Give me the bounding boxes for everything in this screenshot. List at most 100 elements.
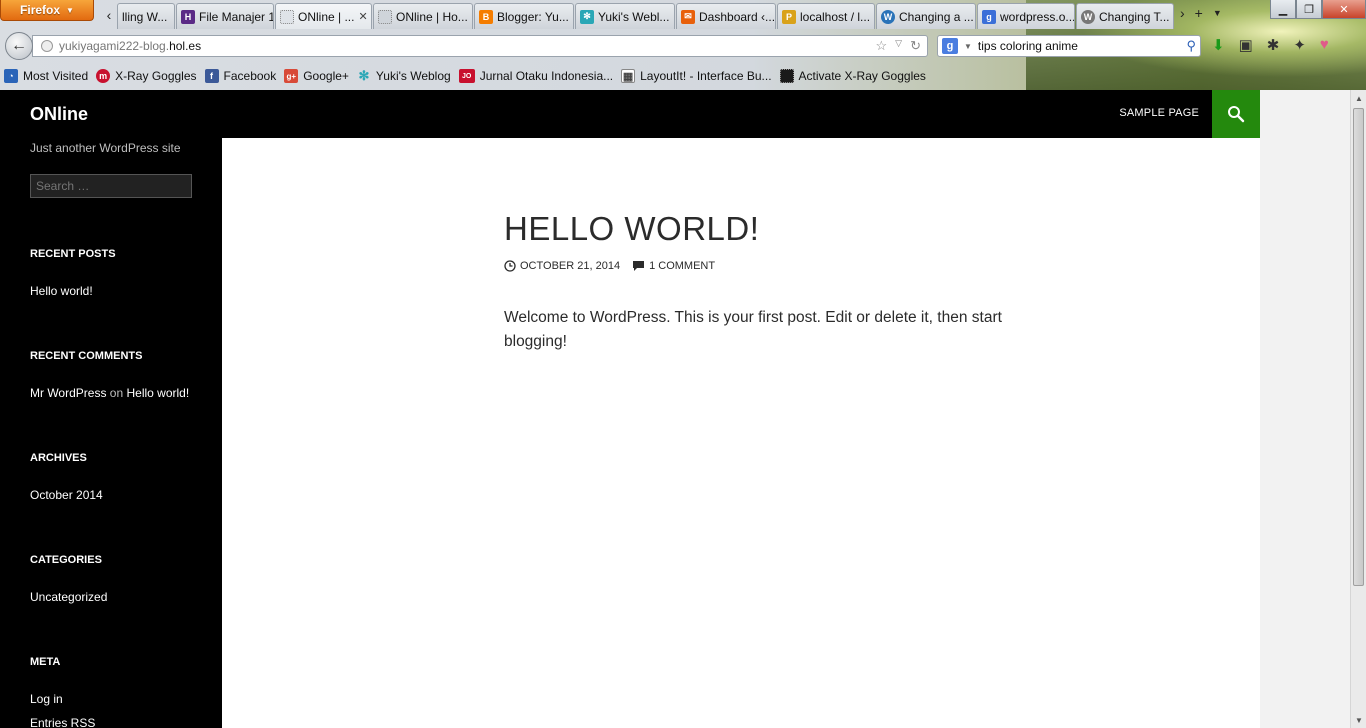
wordpress-icon: W: [881, 9, 895, 24]
tab-10[interactable]: W Changing T...: [1076, 3, 1174, 29]
recent-posts-title: RECENT POSTS: [30, 248, 116, 260]
addon-icon[interactable]: ✦: [1293, 36, 1306, 54]
comment-post-link[interactable]: Hello world!: [127, 386, 190, 400]
tab-6[interactable]: ✉ Dashboard ‹...: [676, 3, 776, 29]
post-body: Welcome to WordPress. This is your first…: [504, 309, 1002, 350]
maximize-icon[interactable]: ❐: [1296, 0, 1322, 19]
bookmark-label: Google+: [303, 69, 349, 83]
tab-1[interactable]: H File Manajer 1: [176, 3, 274, 29]
tab-label: ONline | Ho...: [396, 9, 468, 24]
bookmarks-toolbar: ◔ Most Visited m X-Ray Goggles f Faceboo…: [0, 64, 1366, 88]
bookmarklet-icon: [779, 69, 794, 83]
tab-label: Changing a ...: [899, 9, 974, 24]
blogger-icon: B: [479, 9, 493, 24]
tab-7[interactable]: P localhost / l...: [777, 3, 875, 29]
tab-0[interactable]: lling W...: [117, 3, 175, 29]
search-go-icon[interactable]: ⚲: [1186, 38, 1196, 54]
meta-login-link[interactable]: Log in: [30, 692, 63, 706]
close-window-icon[interactable]: ✕: [1322, 0, 1366, 19]
tab-5[interactable]: ✻ Yuki's Webl...: [575, 3, 675, 29]
bookmark-most-visited[interactable]: ◔ Most Visited: [4, 69, 88, 83]
tab-label: localhost / l...: [800, 9, 871, 24]
post-title[interactable]: HELLO WORLD!: [504, 210, 759, 248]
heart-icon[interactable]: ♥: [1320, 36, 1329, 54]
search-engine-dropdown-icon[interactable]: ▼: [964, 42, 972, 51]
post-comments-link[interactable]: 1 COMMENT: [632, 260, 715, 272]
search-toggle-button[interactable]: [1212, 90, 1260, 138]
snowflake-icon: ✻: [358, 68, 370, 83]
comment-bubble-icon: [633, 261, 645, 271]
addon-gear-icon[interactable]: ✱: [1267, 36, 1280, 54]
category-link[interactable]: Uncategorized: [30, 590, 107, 604]
bookmark-jurnal-otaku[interactable]: JO Jurnal Otaku Indonesia...: [458, 69, 613, 83]
bookmark-label: Most Visited: [23, 69, 89, 83]
meta-rss-link[interactable]: Entries RSS: [30, 716, 95, 728]
url-actions: ☆ ▽ ↻: [876, 38, 921, 54]
tab-scroll-left-icon[interactable]: ‹: [102, 4, 116, 26]
bookmark-layoutit[interactable]: ▦ LayoutIt! - Interface Bu...: [621, 69, 772, 83]
download-arrow-icon[interactable]: ⬇: [1212, 36, 1225, 54]
scroll-down-icon[interactable]: ▼: [1351, 712, 1366, 728]
search-query: tips coloring anime: [977, 39, 1078, 53]
tab-2-active[interactable]: ONline | ... ✕: [275, 3, 372, 29]
history-dropdown-icon[interactable]: ▽: [895, 38, 902, 54]
post-comments-text: 1 COMMENT: [649, 260, 716, 272]
clock-icon: [504, 260, 516, 272]
bookmark-yukis-weblog[interactable]: ✻ Yuki's Weblog: [357, 68, 450, 83]
navigation-toolbar: yukiyagami222-blog.hol.es ☆ ▽ ↻ ← g ▼ ti…: [0, 30, 1366, 62]
recent-post-link[interactable]: Hello world!: [30, 284, 93, 298]
firefox-menu-label: Firefox: [20, 3, 61, 17]
window-controls: ▁ ❐ ✕: [1270, 0, 1366, 19]
back-button[interactable]: ←: [5, 32, 33, 60]
bookmark-xray-goggles[interactable]: m X-Ray Goggles: [96, 69, 197, 83]
tab-label: Yuki's Webl...: [598, 9, 670, 24]
tab-label: lling W...: [122, 9, 168, 24]
tab-label: Blogger: Yu...: [497, 9, 569, 24]
tab-label: ONline | ...: [298, 9, 355, 24]
snowflake-icon: ✻: [580, 9, 594, 24]
tab-9[interactable]: g wordpress.o...: [977, 3, 1075, 29]
bookmark-activate-xray[interactable]: Activate X-Ray Goggles: [779, 69, 926, 83]
archive-link[interactable]: October 2014: [30, 488, 103, 502]
search-bar[interactable]: g ▼ tips coloring anime ⚲: [937, 35, 1201, 57]
site-title-link[interactable]: ONline: [30, 104, 88, 125]
chevron-down-icon: ▼: [66, 5, 74, 15]
google-icon: g: [982, 9, 996, 24]
phpmyadmin-icon: P: [782, 9, 796, 24]
bookmarks-menu-icon[interactable]: ▣: [1239, 36, 1253, 54]
site-tagline: Just another WordPress site: [30, 141, 181, 155]
tab-3[interactable]: ONline | Ho...: [373, 3, 473, 29]
scrollbar-thumb[interactable]: [1353, 108, 1364, 586]
bookmark-google-plus[interactable]: g+ Google+: [284, 69, 349, 83]
new-tab-plus-icon[interactable]: +: [1195, 5, 1203, 21]
archives-title: ARCHIVES: [30, 452, 87, 464]
toolbar-icons: ⬇ ▣ ✱ ✦ ♥: [1212, 36, 1329, 54]
url-bar[interactable]: yukiyagami222-blog.hol.es ☆ ▽ ↻: [32, 35, 928, 57]
post-date[interactable]: OCTOBER 21, 2014: [504, 260, 620, 272]
tab-label: File Manajer 1: [199, 9, 274, 24]
list-all-tabs-icon[interactable]: ▼: [1213, 8, 1222, 21]
tab-scroll-right-icon[interactable]: ›: [1180, 5, 1185, 21]
google-search-engine-icon[interactable]: g: [942, 38, 958, 54]
scroll-up-icon[interactable]: ▲: [1351, 90, 1366, 106]
tab-4[interactable]: B Blogger: Yu...: [474, 3, 574, 29]
most-visited-icon: ◔: [4, 69, 18, 83]
tab-8[interactable]: W Changing a ...: [876, 3, 976, 29]
reload-icon[interactable]: ↻: [910, 38, 921, 54]
dashboard-icon: ✉: [681, 9, 695, 24]
vertical-scrollbar[interactable]: ▲ ▼: [1350, 90, 1366, 728]
tab-label: Dashboard ‹...: [699, 9, 776, 24]
sidebar-search-input[interactable]: [30, 174, 192, 198]
site-header: ONline SAMPLE PAGE: [0, 90, 1260, 138]
tab-label: wordpress.o...: [1000, 9, 1075, 24]
categories-title: CATEGORIES: [30, 554, 102, 566]
firefox-menu-button[interactable]: Firefox ▼: [0, 0, 94, 21]
minimize-icon[interactable]: ▁: [1270, 0, 1296, 19]
bookmark-star-icon[interactable]: ☆: [876, 38, 888, 54]
comment-on-text: on: [109, 386, 124, 400]
nav-sample-page[interactable]: SAMPLE PAGE: [1119, 107, 1199, 119]
bookmark-facebook[interactable]: f Facebook: [204, 69, 276, 83]
tab-close-icon[interactable]: ✕: [358, 10, 367, 23]
comment-author-link[interactable]: Mr WordPress: [30, 386, 106, 400]
site-identity-icon[interactable]: [41, 40, 53, 52]
